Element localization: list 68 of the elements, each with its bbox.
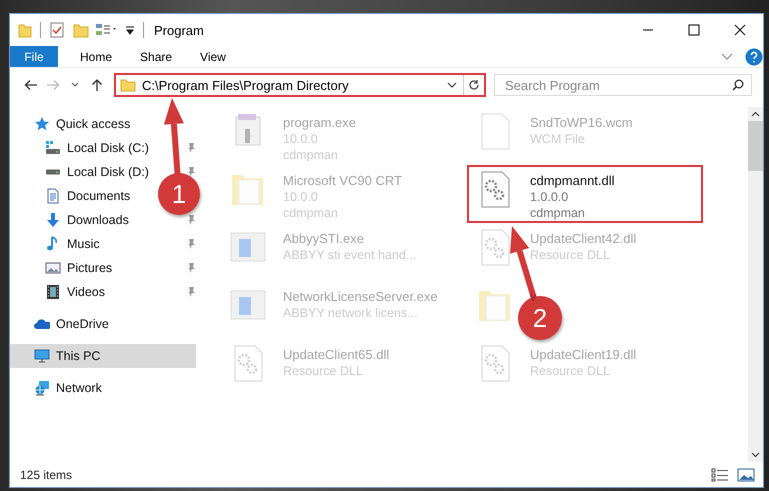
expand-ribbon-icon[interactable]	[721, 52, 733, 60]
refresh-icon[interactable]	[468, 79, 480, 91]
pin-icon[interactable]	[186, 238, 196, 250]
item-count: 125 items	[20, 468, 72, 482]
pin-icon[interactable]	[186, 262, 196, 274]
properties-icon[interactable]	[95, 22, 119, 38]
file-name: UpdateClient42.dll	[530, 231, 636, 246]
ribbon-tab[interactable]: View	[186, 46, 240, 67]
star-icon	[34, 116, 50, 132]
folder-icon	[120, 78, 136, 92]
download-arrow-icon	[45, 212, 61, 228]
pin-icon[interactable]	[186, 142, 196, 154]
search-field[interactable]: Search Program	[494, 74, 752, 96]
customize-icon[interactable]	[125, 25, 135, 35]
file-detail: cdmpman	[530, 206, 586, 220]
file-name: AbbyySTI.exe	[283, 231, 365, 246]
nav-item[interactable]: Quick access	[10, 112, 134, 136]
large-icons-view-icon[interactable]	[737, 468, 755, 482]
document-icon	[45, 188, 61, 204]
scrollbar[interactable]	[748, 107, 763, 462]
ribbon-tab[interactable]: Share	[126, 46, 186, 67]
nav-item[interactable]: OneDrive	[10, 312, 113, 336]
back-arrow-icon[interactable]	[24, 79, 38, 91]
nav-item[interactable]: This PC	[10, 344, 196, 368]
file-name: Microsoft VC90 CRT	[283, 173, 402, 188]
file-name: v	[530, 289, 536, 304]
file-name: UpdateClient65.dll	[283, 347, 390, 362]
checklist-icon[interactable]	[49, 22, 65, 38]
ribbon-tab[interactable]: Home	[66, 46, 126, 67]
file-name: cdmpmannt.dll	[530, 173, 615, 188]
up-arrow-icon[interactable]	[91, 78, 103, 92]
scroll-up-icon[interactable]	[751, 111, 760, 117]
drive-icon	[45, 169, 61, 175]
film-icon	[45, 284, 61, 300]
file-detail: 1.0.0.0	[530, 190, 570, 204]
details-view-icon[interactable]	[711, 468, 729, 482]
file-name: program.exe	[283, 115, 356, 130]
file-menu-button[interactable]: File	[10, 46, 58, 67]
picture-icon	[45, 260, 61, 276]
nav-item[interactable]: Pictures	[10, 256, 116, 280]
network-icon	[34, 380, 50, 396]
pin-icon[interactable]	[186, 286, 196, 298]
nav-item[interactable]: Local Disk (D:)	[10, 160, 153, 184]
nav-item[interactable]: Network	[10, 376, 106, 400]
close-icon	[734, 24, 746, 36]
file-name: SndToWP16.wcm	[530, 115, 633, 130]
file-name: UpdateClient19.dll	[530, 347, 636, 362]
scroll-down-icon[interactable]	[751, 452, 760, 458]
search-icon[interactable]	[732, 79, 744, 91]
recent-locations-icon[interactable]	[71, 82, 79, 88]
nav-item[interactable]: Downloads	[10, 208, 133, 232]
monitor-icon	[34, 348, 50, 364]
nav-item[interactable]: Local Disk (C:)	[10, 136, 153, 160]
scrollbar-thumb[interactable]	[748, 121, 763, 171]
address-field[interactable]: C:\Program Files\Program Directory	[114, 73, 486, 97]
file-name: NetworkLicenseServer.exe	[283, 289, 438, 304]
nav-item[interactable]: Videos	[10, 280, 109, 304]
pin-icon[interactable]	[186, 166, 196, 178]
maximize-icon	[688, 24, 700, 36]
file-item[interactable]: cdmpmannt.dll 1.0.0.0 cdmpman	[467, 165, 703, 223]
pin-icon[interactable]	[186, 214, 196, 226]
drive-icon	[45, 140, 61, 156]
step-marker: 1	[158, 173, 200, 215]
help-icon[interactable]	[745, 48, 763, 66]
dropdown-caret-icon[interactable]	[447, 82, 457, 88]
nav-item[interactable]: Music	[10, 232, 104, 256]
nav-item[interactable]: Documents	[10, 184, 134, 208]
window-title: Program	[154, 22, 204, 38]
